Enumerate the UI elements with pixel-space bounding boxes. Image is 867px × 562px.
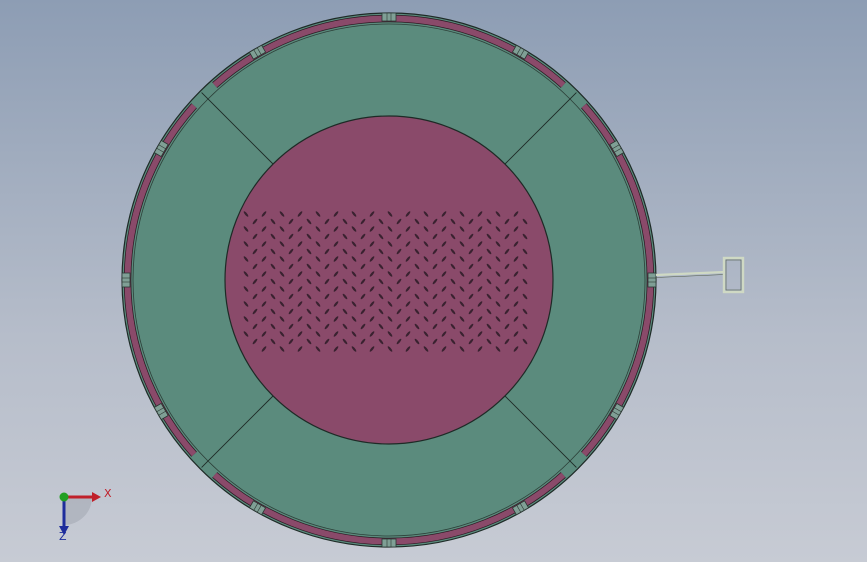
handle-assembly[interactable] <box>655 256 745 294</box>
clip-body <box>121 272 131 288</box>
x-axis-label: X <box>104 487 112 500</box>
y-axis-dot <box>59 492 69 502</box>
clip-body <box>647 272 657 288</box>
x-axis-arrowhead <box>92 492 101 502</box>
rim-clip <box>121 272 131 288</box>
model-view[interactable] <box>0 0 867 562</box>
triad-shadow <box>64 497 92 525</box>
handle-grip-edge <box>725 259 742 291</box>
graphics-viewport[interactable]: X Z <box>0 0 867 562</box>
rim-clip <box>381 538 397 548</box>
rim-clip <box>647 272 657 288</box>
clip-body <box>381 538 397 548</box>
center-core[interactable] <box>224 115 554 445</box>
rim-clip <box>381 12 397 22</box>
clip-body <box>381 12 397 22</box>
handle-rod <box>655 270 726 277</box>
coordinate-triad <box>59 492 101 535</box>
handle-grip <box>722 256 745 294</box>
z-axis-label: Z <box>59 530 67 543</box>
